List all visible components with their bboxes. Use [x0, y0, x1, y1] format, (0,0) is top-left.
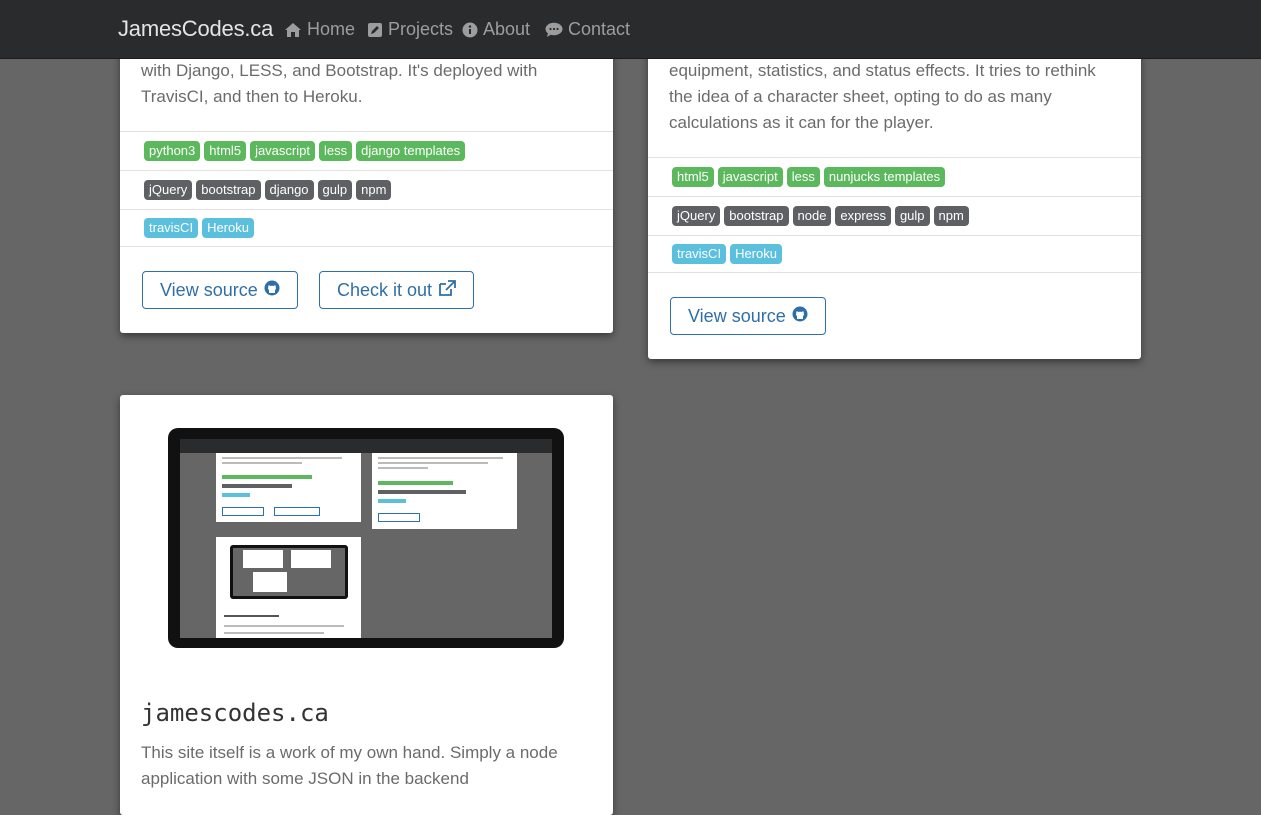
view-source-label: View source [160, 279, 258, 300]
tag: less [786, 166, 820, 187]
mini-text-line [222, 462, 302, 464]
mini-text-line [378, 467, 428, 469]
project-card: jamescodes.ca This site itself is a work… [120, 395, 613, 815]
mini-card [291, 550, 331, 568]
tag: Heroku [202, 218, 254, 238]
nav-projects[interactable]: Projects [367, 19, 453, 40]
mini-device-screen [233, 548, 345, 596]
mini-text-line [378, 462, 488, 464]
check-it-out-button[interactable]: Check it out [319, 271, 475, 309]
mini-card [253, 572, 287, 592]
mini-text-line [378, 457, 503, 459]
edit-icon [367, 22, 383, 38]
nav-contact[interactable]: Contact [545, 19, 630, 40]
language-tags: html5 javascript less nunjucks templates [648, 157, 1141, 195]
check-it-out-label: Check it out [337, 279, 433, 300]
mini-card [216, 453, 361, 522]
mini-card [372, 453, 517, 529]
mini-button [274, 507, 320, 516]
github-icon [792, 306, 808, 327]
nav-projects-label: Projects [388, 19, 454, 39]
tag: Heroku [730, 244, 782, 264]
tag: travisCI [144, 218, 199, 238]
project-description: equipment, statistics, and status effect… [669, 61, 1096, 132]
nav-home-label: Home [307, 19, 356, 39]
project-title: jamescodes.ca [141, 699, 329, 727]
project-card: with Django, LESS, and Bootstrap. It's d… [120, 20, 613, 333]
tag: nunjucks templates [823, 166, 946, 187]
tag: express [835, 205, 891, 226]
nav-about[interactable]: About [462, 19, 530, 40]
tag: npm [933, 205, 969, 226]
screenshot-screen [180, 439, 552, 638]
mini-button [378, 513, 420, 522]
mini-text-line [224, 632, 324, 634]
service-tags: travisCI Heroku [648, 235, 1141, 273]
mini-navbar [180, 439, 552, 453]
mini-tags [378, 499, 406, 503]
view-source-button[interactable]: View source [670, 297, 826, 335]
tag: django templates [356, 140, 466, 161]
tag: bootstrap [724, 205, 789, 226]
tag: less [318, 140, 353, 161]
view-source-button[interactable]: View source [142, 271, 298, 309]
mini-text-line [222, 457, 342, 459]
tag: gulp [894, 205, 930, 226]
comment-icon [545, 22, 563, 38]
library-tags: jQuery bootstrap node express gulp npm [648, 196, 1141, 234]
tag: travisCI [672, 244, 727, 264]
brand-link[interactable]: JamesCodes.ca [118, 16, 273, 42]
tag: jQuery [144, 179, 193, 200]
mini-tags [378, 490, 466, 494]
project-screenshot [168, 428, 564, 648]
project-description: This site itself is a work of my own han… [141, 743, 558, 788]
mini-tags [378, 481, 453, 485]
mini-button [222, 507, 264, 516]
tag: python3 [144, 140, 201, 161]
mini-tags [222, 493, 250, 497]
tag: javascript [717, 166, 783, 187]
mini-text-line [224, 625, 344, 627]
mini-device [230, 545, 348, 599]
nav-home[interactable]: Home [284, 19, 355, 40]
tag: django [264, 179, 314, 200]
project-card: equipment, statistics, and status effect… [648, 20, 1141, 359]
mini-title-line [224, 615, 279, 617]
project-description: with Django, LESS, and Bootstrap. It's d… [141, 61, 538, 106]
tag: jQuery [672, 205, 721, 226]
view-source-label: View source [688, 305, 786, 326]
external-link-icon [438, 279, 456, 301]
nav-about-label: About [483, 19, 531, 39]
github-icon [264, 280, 280, 301]
tag: npm [356, 179, 392, 200]
info-circle-icon [462, 22, 478, 38]
tag: node [792, 205, 832, 226]
nav-contact-label: Contact [568, 19, 631, 39]
mini-tags [222, 484, 292, 488]
mini-card [216, 537, 361, 638]
library-tags: jQuery bootstrap django gulp npm [120, 170, 613, 208]
tag: javascript [250, 140, 315, 161]
tag: gulp [317, 179, 353, 200]
tag: html5 [204, 140, 247, 161]
language-tags: python3 html5 javascript less django tem… [120, 131, 613, 169]
mini-tags [222, 475, 312, 479]
top-navbar: JamesCodes.ca Home Projects About Contac… [0, 0, 1261, 59]
tag: html5 [672, 166, 714, 187]
tag: bootstrap [196, 179, 261, 200]
home-icon [284, 22, 302, 38]
service-tags: travisCI Heroku [120, 209, 613, 247]
mini-card [243, 550, 283, 568]
